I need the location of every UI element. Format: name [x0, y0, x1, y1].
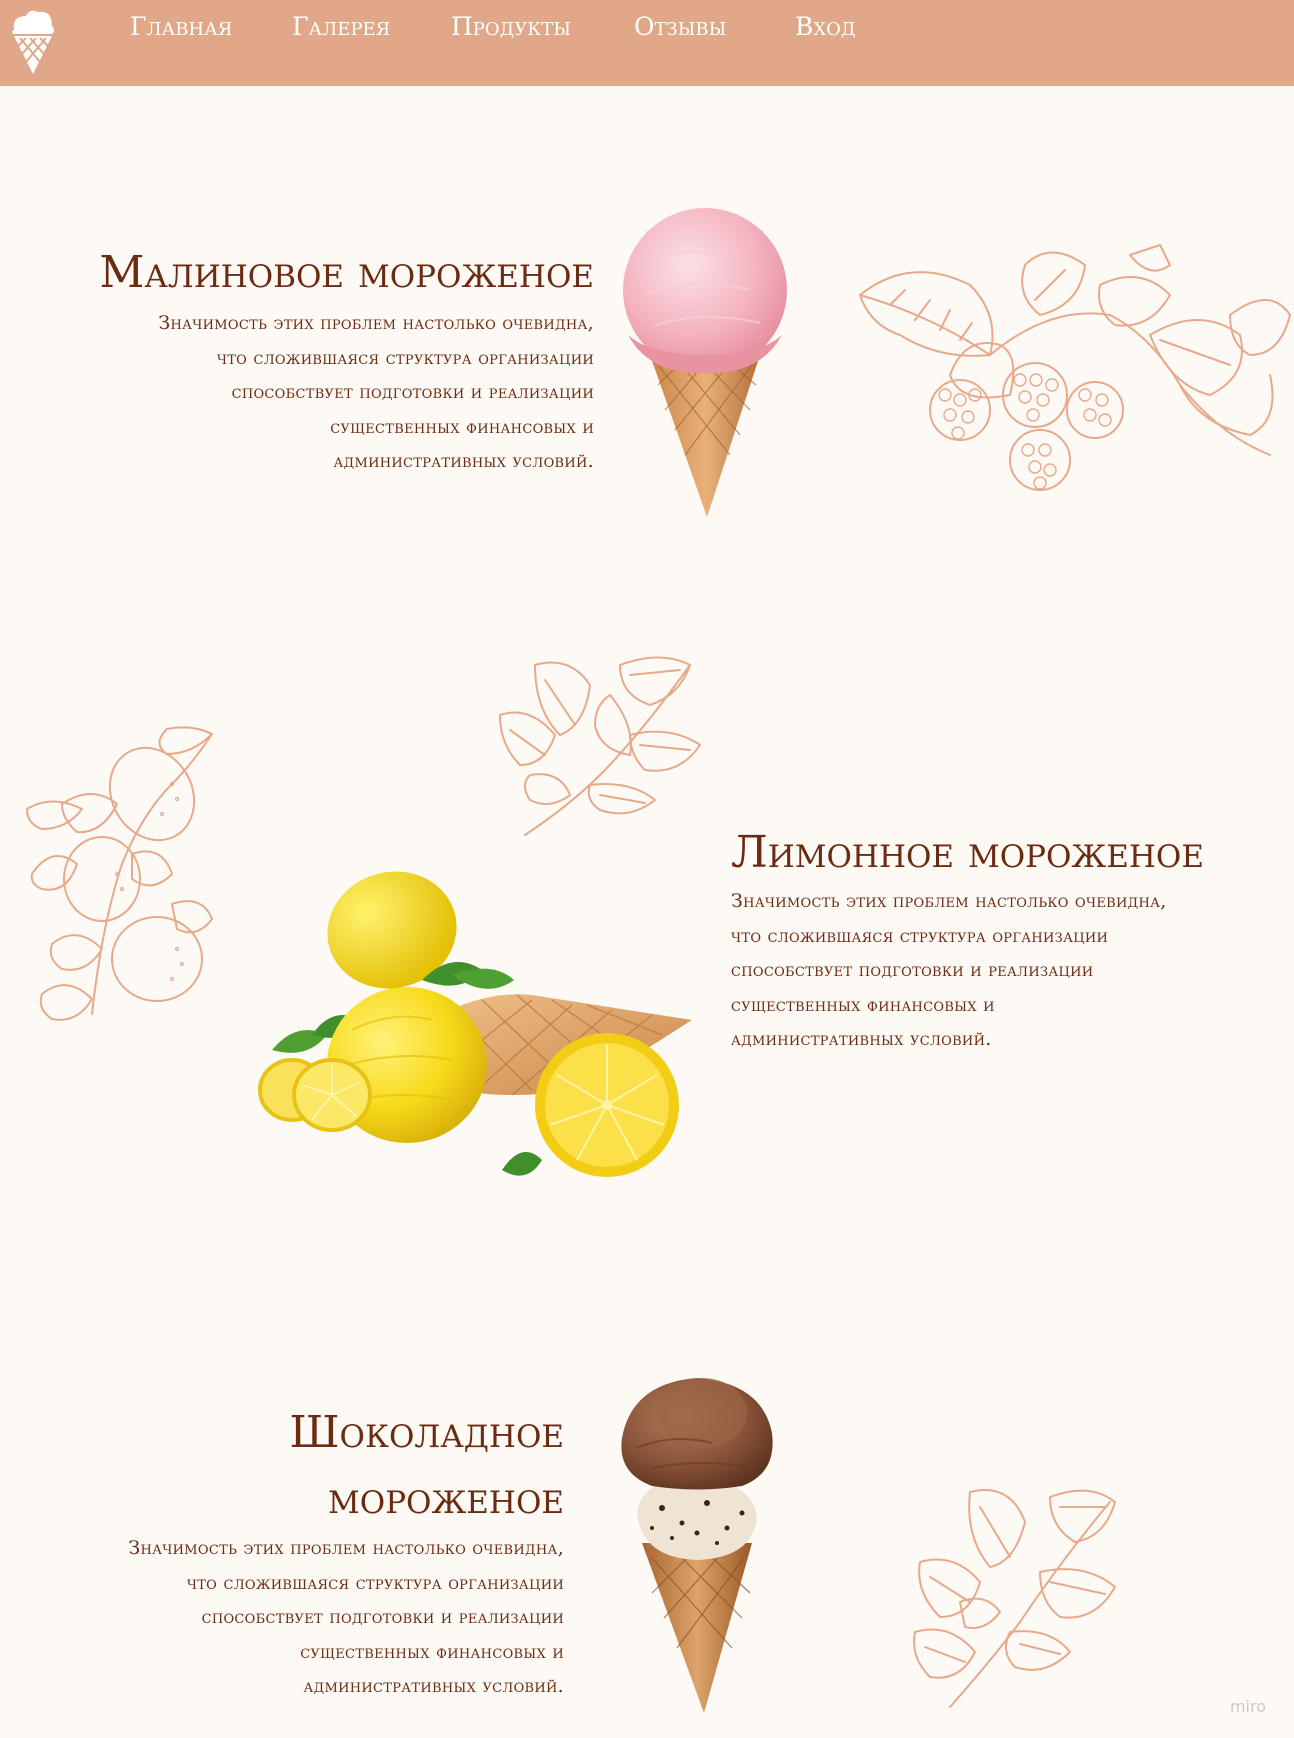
nav-item-home[interactable]: Главная — [130, 12, 232, 41]
chocolate-title-line: Шоколадное — [289, 1407, 564, 1458]
description-line: Значимость этих проблем настолько очевид… — [128, 1537, 564, 1559]
description-line: существенных финансовых и — [731, 993, 995, 1016]
chocolate-ice-cream-image — [621, 1378, 773, 1713]
lemon-ice-cream-image — [258, 871, 692, 1177]
description-line: существенных финансовых и — [300, 1640, 564, 1663]
description-line: способствует подготовки и реализации — [731, 959, 1094, 981]
raspberry-title-line: Малиновое мороженое — [99, 247, 594, 298]
description-line: Значимость этих проблем настолько очевид… — [731, 890, 1167, 912]
top-navbar: Главная Галерея Продукты Отзывы Вход — [0, 0, 1294, 86]
nav-item-login[interactable]: Вход — [795, 12, 856, 41]
leaf-branch-sketch — [913, 1489, 1116, 1708]
description-line: существенных финансовых и — [330, 415, 594, 438]
description-line: способствует подготовки и реализации — [231, 381, 594, 403]
leaf-branch-sketch — [499, 656, 701, 836]
nav-item-reviews[interactable]: Отзывы — [634, 12, 726, 41]
lemon-description: Значимость этих проблем настолько очевид… — [731, 884, 1167, 1057]
lemon-branch-sketch — [26, 726, 213, 1021]
ice-cream-cone-icon[interactable] — [8, 8, 58, 76]
miro-watermark: miro — [1229, 1697, 1266, 1716]
page: Главная Галерея Продукты Отзывы Вход Мал… — [0, 0, 1294, 1738]
nav-item-products[interactable]: Продукты — [451, 12, 571, 41]
raspberry-description: Значимость этих проблем настолько очевид… — [158, 306, 594, 479]
description-line: административных условий. — [303, 1675, 564, 1697]
lemon-title-line: Лимонное мороженое — [731, 827, 1204, 878]
raspberry-branch-sketch — [859, 244, 1291, 491]
chocolate-description: Значимость этих проблем настолько очевид… — [128, 1531, 564, 1704]
chocolate-title-line: мороженое — [328, 1473, 564, 1524]
chocolate-title: Шоколадное мороженое — [289, 1400, 564, 1532]
description-line: что сложившаяся структура организации — [731, 924, 1109, 947]
description-line: что сложившаяся структура организации — [186, 1571, 564, 1594]
raspberry-title: Малиновое мороженое — [99, 240, 594, 306]
nav-item-gallery[interactable]: Галерея — [292, 12, 390, 41]
description-line: административных условий. — [731, 1028, 992, 1050]
description-line: Значимость этих проблем настолько очевид… — [158, 312, 594, 334]
raspberry-ice-cream-image — [623, 208, 787, 517]
description-line: административных условий. — [333, 450, 594, 472]
description-line: что сложившаяся структура организации — [216, 346, 594, 369]
lemon-title: Лимонное мороженое — [731, 820, 1204, 886]
description-line: способствует подготовки и реализации — [201, 1606, 564, 1628]
